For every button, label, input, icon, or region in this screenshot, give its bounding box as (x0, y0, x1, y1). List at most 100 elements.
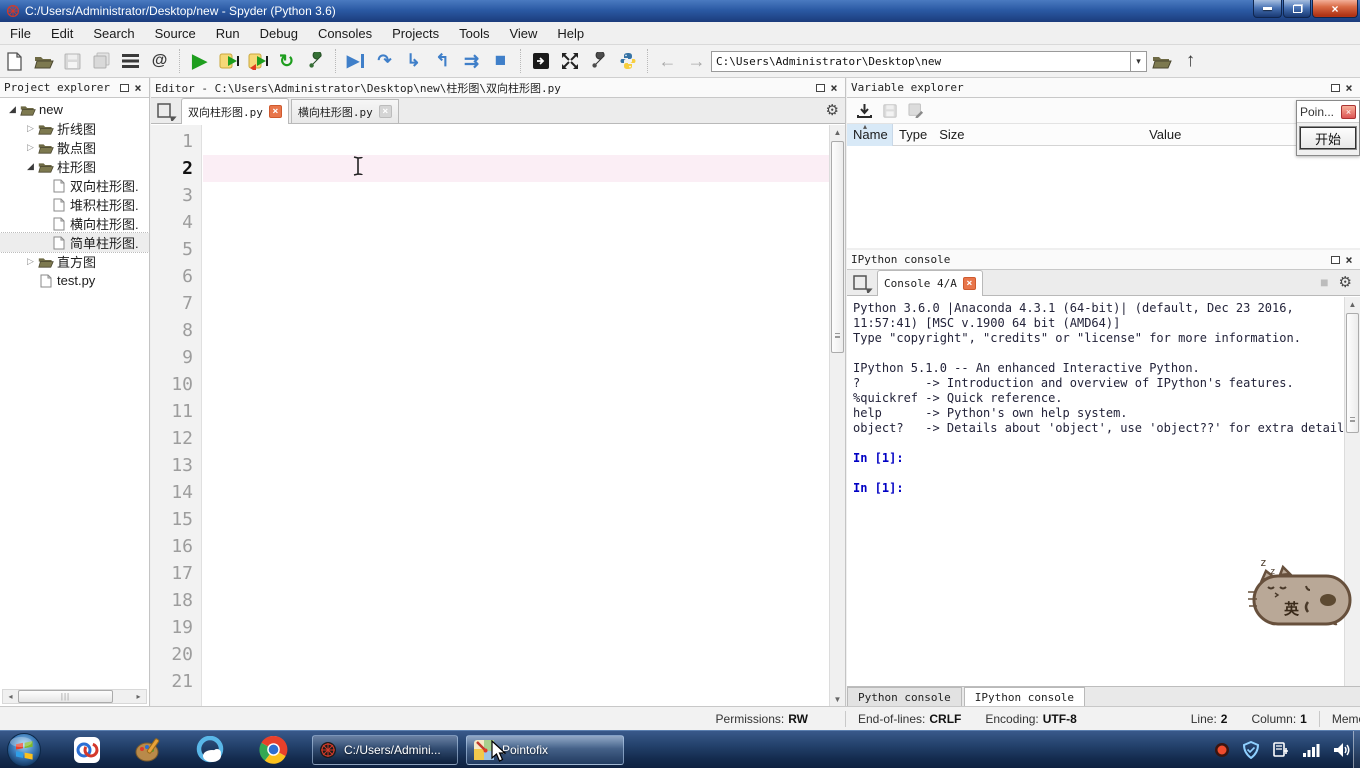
minimize-button[interactable] (1253, 0, 1282, 18)
column-name[interactable]: ▴ Name (847, 124, 893, 146)
menu-help[interactable]: Help (547, 24, 594, 43)
import-data-button[interactable] (852, 100, 876, 122)
menu-edit[interactable]: Edit (41, 24, 83, 43)
menu-search[interactable]: Search (83, 24, 144, 43)
close-pane-button[interactable]: × (1342, 81, 1356, 95)
tree-item-testpy[interactable]: test.py (0, 271, 149, 290)
maximize-pane-button[interactable] (527, 48, 554, 75)
browse-tabs-icon[interactable] (155, 101, 177, 121)
close-tab-icon[interactable]: × (379, 105, 392, 118)
undock-button[interactable] (1328, 81, 1342, 95)
tray-security-shield-icon[interactable] (1242, 741, 1260, 759)
expander-closed-icon[interactable]: ▷ (24, 123, 37, 134)
tree-item-new[interactable]: ◢ new (0, 100, 149, 119)
save-data-button[interactable] (878, 100, 902, 122)
start-button[interactable] (6, 732, 42, 768)
interrupt-kernel-button[interactable]: ■ (1320, 274, 1328, 290)
menu-tools[interactable]: Tools (449, 24, 499, 43)
paint-app-launcher[interactable] (134, 735, 164, 765)
scroll-left-icon[interactable]: ◂ (3, 690, 18, 703)
symbol-finder-button[interactable]: @ (146, 48, 173, 75)
open-file-button[interactable] (30, 48, 57, 75)
file-switcher-button[interactable] (117, 48, 144, 75)
console-options-button[interactable]: ⚙ (1339, 273, 1352, 291)
scroll-right-icon[interactable]: ▸ (131, 690, 146, 703)
save-all-button[interactable] (88, 48, 115, 75)
menu-view[interactable]: View (499, 24, 547, 43)
parent-directory-button[interactable]: ↑ (1177, 48, 1204, 75)
stop-debug-button[interactable]: ■ (487, 48, 514, 75)
step-button[interactable]: ↷ (371, 48, 398, 75)
close-tab-icon[interactable]: × (269, 105, 282, 118)
back-button[interactable]: ← (654, 48, 681, 75)
expander-closed-icon[interactable]: ▷ (24, 256, 37, 267)
step-into-button[interactable]: ↳ (400, 48, 427, 75)
tree-item-stacked-bar[interactable]: 堆积柱形图. (0, 195, 149, 214)
preferences-button[interactable] (585, 48, 612, 75)
pointofix-close-button[interactable]: × (1341, 105, 1356, 119)
tree-item-bidirectional-bar[interactable]: 双向柱形图. (0, 176, 149, 195)
code-area[interactable]: 1 2 3 4 5 6 7 8 9 10 11 12 13 14 15 16 1… (151, 125, 829, 706)
step-return-button[interactable]: ↰ (429, 48, 456, 75)
show-desktop-button[interactable] (1353, 731, 1360, 768)
vscroll-thumb[interactable] (1346, 313, 1359, 433)
close-button[interactable]: × (1312, 0, 1358, 18)
rerun-button[interactable]: ↻ (273, 48, 300, 75)
tray-record-icon[interactable] (1214, 742, 1230, 758)
editor-vscrollbar[interactable]: ▲ ▼ (829, 125, 845, 706)
new-file-button[interactable] (1, 48, 28, 75)
browse-directory-button[interactable] (1148, 48, 1175, 75)
column-type[interactable]: Type (893, 124, 933, 146)
restore-button[interactable] (1283, 0, 1311, 18)
close-tab-icon[interactable]: × (963, 277, 976, 290)
tree-item-scatter-chart[interactable]: ▷ 散点图 (0, 138, 149, 157)
tree-item-horizontal-bar[interactable]: 横向柱形图. (0, 214, 149, 233)
scroll-up-icon[interactable]: ▲ (1345, 297, 1360, 311)
run-cell-advance-button[interactable] (244, 48, 271, 75)
python-path-button[interactable] (614, 48, 641, 75)
chrome-launcher[interactable] (258, 735, 288, 765)
browse-tabs-icon[interactable] (851, 273, 873, 293)
run-button[interactable]: ▶ (186, 48, 213, 75)
menu-run[interactable]: Run (206, 24, 250, 43)
tab-horizontal-bar[interactable]: 横向柱形图.py × (291, 99, 399, 123)
project-explorer-hscrollbar[interactable]: ◂ ||| ▸ (2, 689, 147, 704)
tab-python-console[interactable]: Python console (847, 687, 962, 706)
forward-button[interactable]: → (683, 48, 710, 75)
tree-item-line-chart[interactable]: ▷ 折线图 (0, 119, 149, 138)
fullscreen-button[interactable] (556, 48, 583, 75)
browser-app-launcher[interactable] (196, 735, 226, 765)
scroll-up-icon[interactable]: ▲ (830, 125, 845, 139)
continue-button[interactable]: ⇉ (458, 48, 485, 75)
close-pane-button[interactable]: × (1342, 253, 1356, 267)
expander-closed-icon[interactable]: ▷ (24, 142, 37, 153)
cat-sticker-widget[interactable]: z z 英 (1246, 552, 1356, 632)
tray-network-signal-icon[interactable] (1302, 742, 1320, 758)
tab-bidirectional-bar[interactable]: 双向柱形图.py × (181, 98, 289, 124)
debug-button[interactable]: ▶ (342, 48, 369, 75)
editor-options-button[interactable]: ⚙ (826, 101, 839, 119)
run-cell-button[interactable] (215, 48, 242, 75)
tree-item-simple-bar[interactable]: 简单柱形图. (0, 233, 149, 252)
menu-source[interactable]: Source (145, 24, 206, 43)
vscroll-thumb[interactable] (831, 141, 844, 353)
undock-button[interactable] (117, 81, 131, 95)
column-size[interactable]: Size (933, 124, 970, 146)
close-pane-button[interactable]: × (827, 81, 841, 95)
undock-button[interactable] (813, 81, 827, 95)
tree-item-histogram[interactable]: ▷ 直方图 (0, 252, 149, 271)
tree-item-bar-chart[interactable]: ◢ 柱形图 (0, 157, 149, 176)
run-configure-button[interactable] (302, 48, 329, 75)
save-button[interactable] (59, 48, 86, 75)
tab-ipython-console[interactable]: IPython console (964, 687, 1085, 707)
close-pane-button[interactable]: × (131, 81, 145, 95)
menu-file[interactable]: File (0, 24, 41, 43)
taskbar-spyder-window[interactable]: C:/Users/Admini... (312, 735, 458, 765)
tab-console-4a[interactable]: Console 4/A × (877, 270, 983, 296)
menu-consoles[interactable]: Consoles (308, 24, 382, 43)
pointofix-start-button[interactable]: 开始 (1300, 127, 1356, 149)
tray-volume-icon[interactable] (1332, 742, 1350, 758)
expander-open-icon[interactable]: ◢ (6, 104, 19, 115)
undock-button[interactable] (1328, 253, 1342, 267)
pointofix-titlebar[interactable]: Poin... × (1297, 101, 1359, 123)
